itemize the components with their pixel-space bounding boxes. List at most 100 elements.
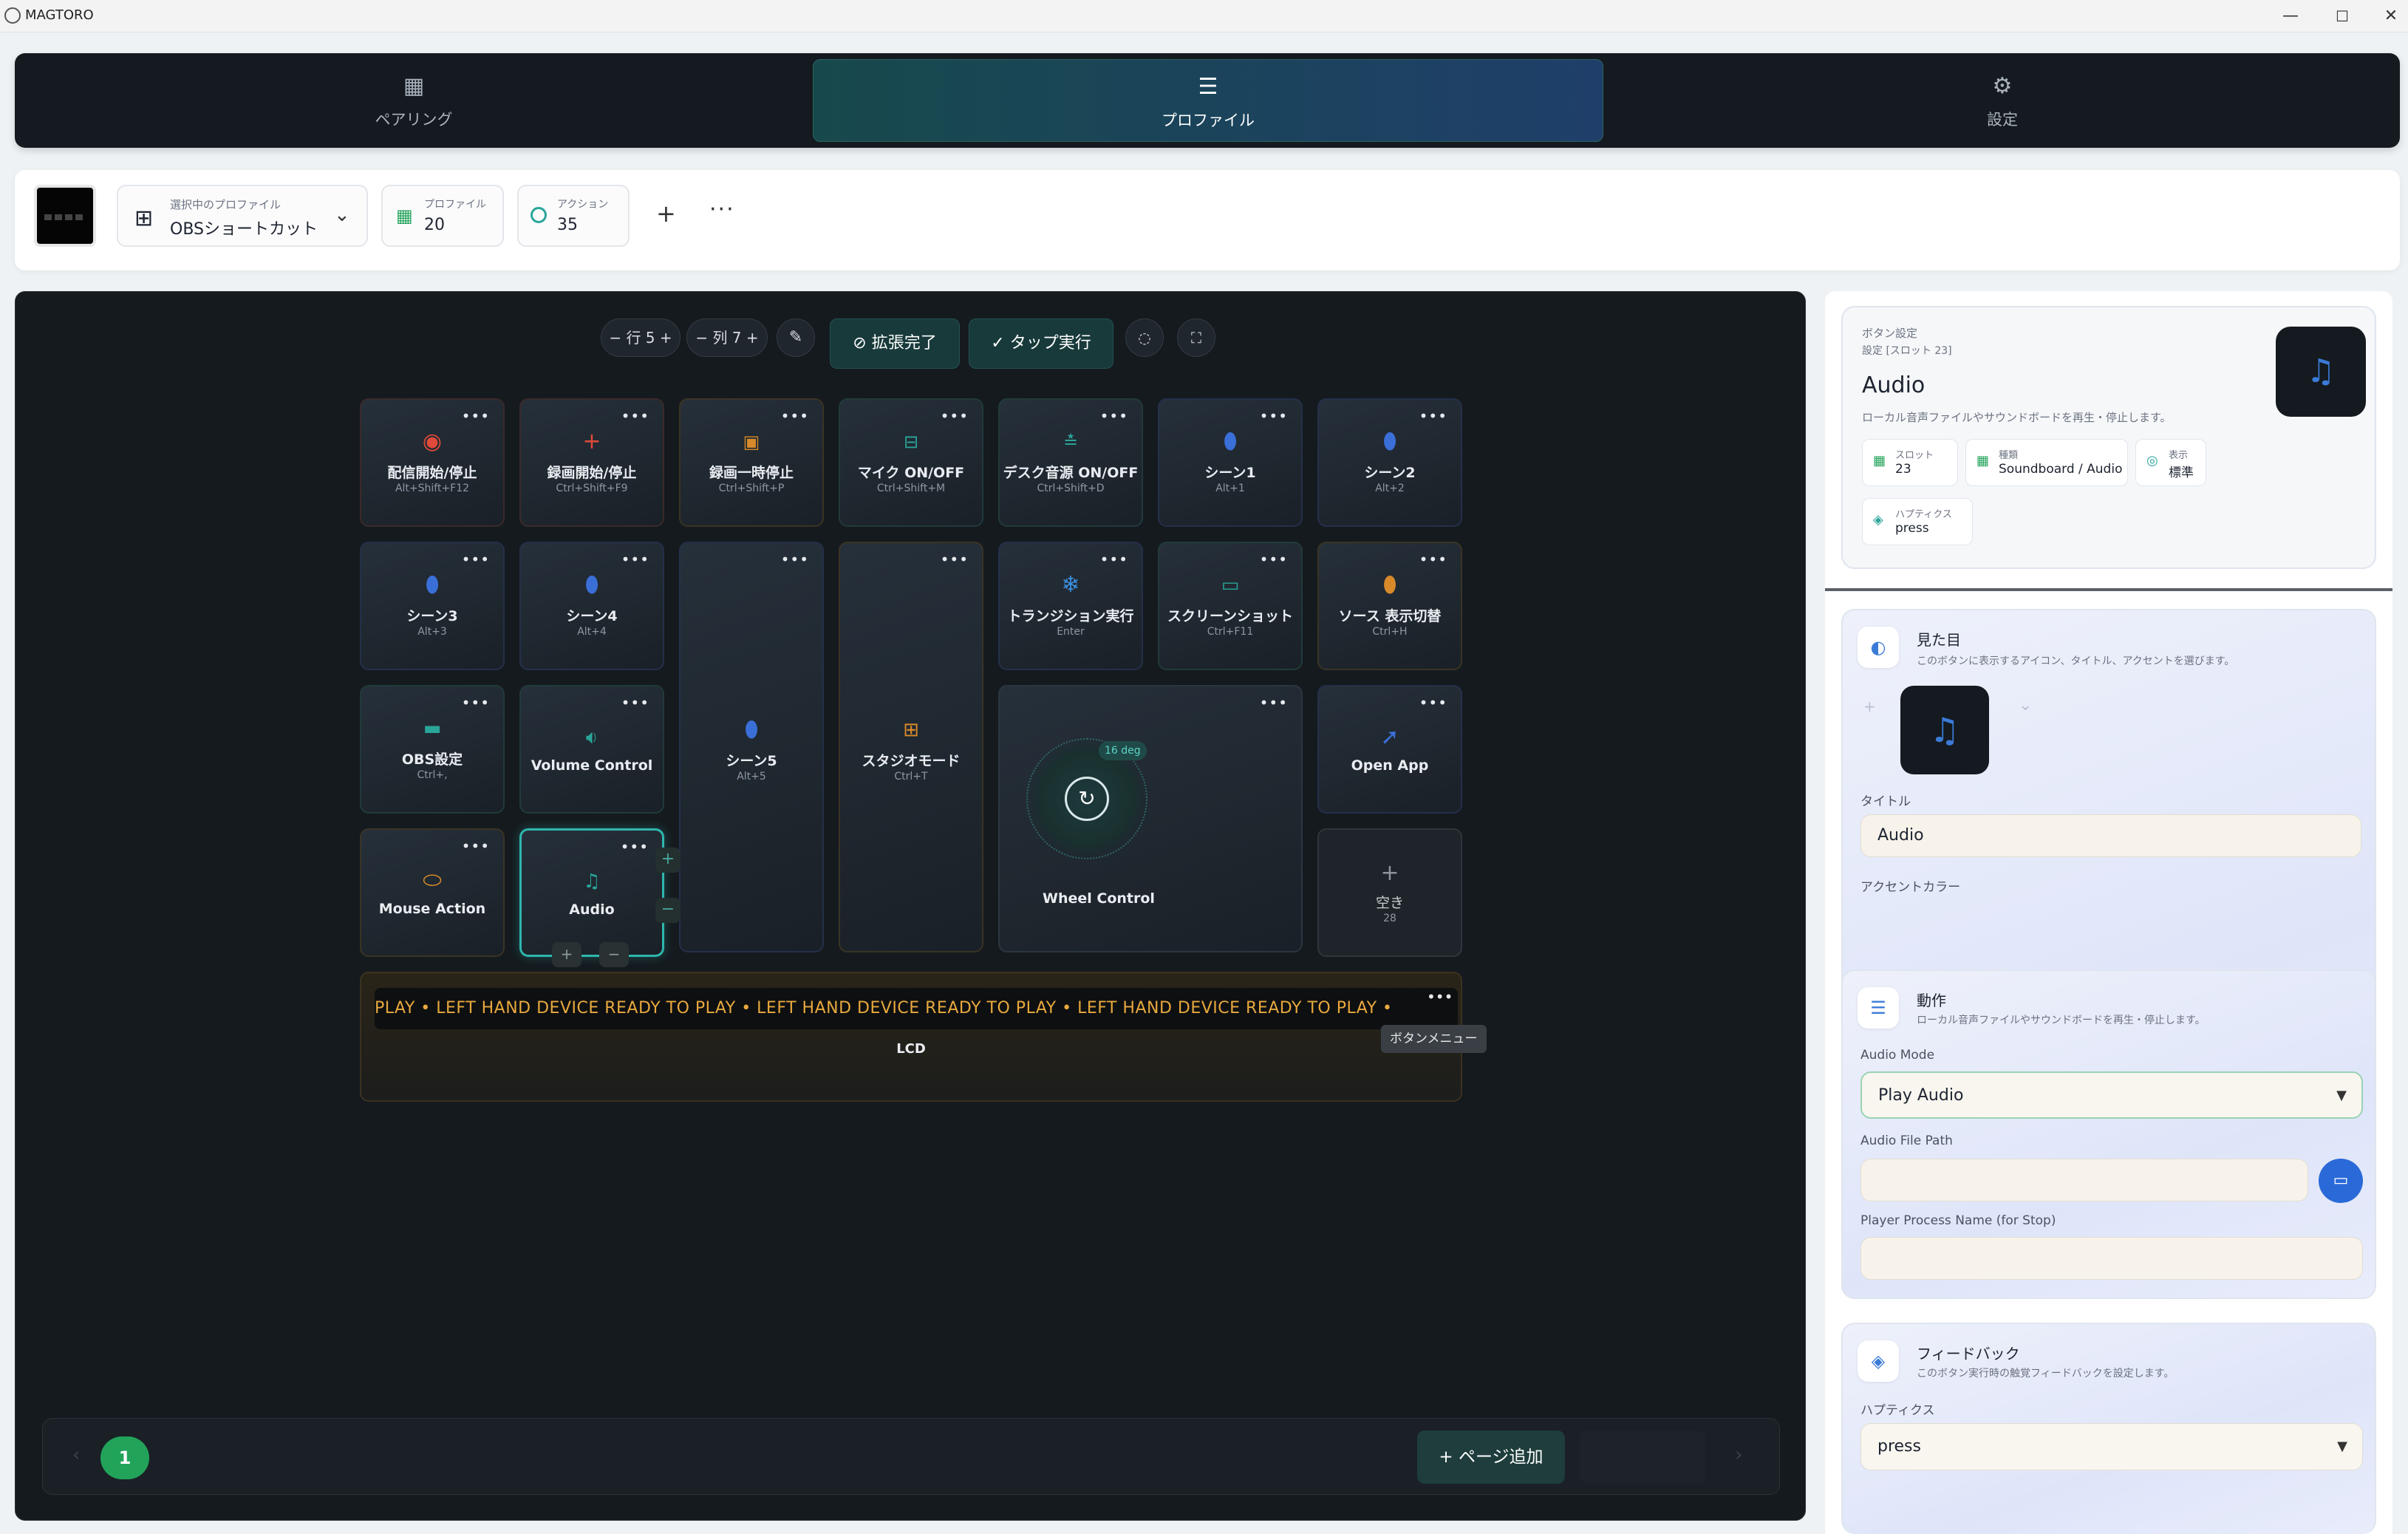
tile-wheel-control[interactable]: ••• ↻ 16 deg Wheel Control	[998, 685, 1303, 952]
player-process-input[interactable]	[1860, 1237, 2363, 1280]
meta-slot: ▦ スロット 23	[1862, 439, 1958, 486]
cols-stepper[interactable]: − 列 7 +	[686, 318, 768, 357]
button-settings-section: ボタン設定	[1862, 327, 1918, 340]
close-button[interactable]: ✕	[2375, 4, 2407, 28]
tile-screenshot[interactable]: ••• ▭ スクリーンショット Ctrl+F11	[1158, 542, 1303, 670]
tile-source-visibility[interactable]: ••• ⬮ ソース 表示切替 Ctrl+H	[1317, 542, 1462, 670]
audio-file-path-input[interactable]	[1860, 1159, 2308, 1201]
tile-record-pause[interactable]: ••• ▣ 録画一時停止 Ctrl+Shift+P	[679, 398, 824, 527]
expand-width-plus-button[interactable]: +	[655, 848, 681, 873]
tab-pairing[interactable]: ▦ ペアリング	[22, 59, 805, 142]
tile-menu-button[interactable]: •••	[462, 550, 490, 568]
tile-menu-button[interactable]: •••	[462, 837, 490, 855]
magic-wand-button[interactable]: ✎	[777, 318, 815, 357]
tile-menu-button[interactable]: •••	[1100, 407, 1128, 425]
tile-menu-button[interactable]: •••	[941, 550, 969, 568]
tile-record-toggle[interactable]: ••• + 録画開始/停止 Ctrl+Shift+F9	[519, 398, 664, 527]
icon-prev-button[interactable]: +	[1863, 698, 1876, 715]
tile-menu-button[interactable]: •••	[462, 694, 490, 712]
tile-audio-selected[interactable]: ••• ♫ Audio	[519, 828, 664, 957]
profile-selector[interactable]: ⊞ 選択中のプロファイル OBSショートカット ⌄	[117, 185, 368, 247]
tile-slot-number: 28	[1383, 913, 1396, 924]
tile-desktop-audio-toggle[interactable]: ••• ≛ デスク音源 ON/OFF Ctrl+Shift+D	[998, 398, 1143, 527]
tile-title: Audio	[569, 901, 615, 918]
tile-menu-button[interactable]: •••	[621, 550, 649, 568]
chevron-down-icon[interactable]: ⌄	[2019, 696, 2032, 715]
panel-divider	[1825, 588, 2392, 591]
tile-menu-button[interactable]: •••	[621, 838, 649, 856]
haptics-select[interactable]: press ▼	[1860, 1423, 2363, 1470]
tile-menu-button[interactable]: •••	[1419, 694, 1447, 712]
tile-menu-button[interactable]: •••	[1260, 694, 1288, 712]
minimize-button[interactable]: —	[2274, 4, 2307, 28]
tile-menu-button[interactable]: •••	[941, 407, 969, 425]
tile-menu-button[interactable]: •••	[1260, 407, 1288, 425]
icon-preview[interactable]: ♫	[1900, 686, 1989, 774]
title-input[interactable]: Audio	[1860, 814, 2361, 857]
tile-volume-control[interactable]: ••• 🔉︎ Volume Control	[519, 685, 664, 814]
tile-menu-button[interactable]: •••	[781, 550, 809, 568]
next-page-button[interactable]: ›	[1735, 1444, 1742, 1466]
actions-label: アクション	[557, 199, 609, 211]
prev-page-button[interactable]: ‹	[72, 1444, 80, 1466]
player-process-label: Player Process Name (for Stop)	[1860, 1213, 2056, 1228]
tile-scene-3[interactable]: ••• ⬮ シーン3 Alt+3	[360, 542, 505, 670]
tile-menu-button[interactable]: •••	[781, 407, 809, 425]
tap-exec-button[interactable]: ✓ タップ実行	[969, 318, 1113, 369]
profile-thumbnail[interactable]	[34, 185, 96, 247]
tile-mic-toggle[interactable]: ••• ⊟ マイク ON/OFF Ctrl+Shift+M	[839, 398, 983, 527]
tile-transition[interactable]: ••• ❄ トランジション実行 Enter	[998, 542, 1143, 670]
lcd-strip[interactable]: PLAY • LEFT HAND DEVICE READY TO PLAY • …	[360, 972, 1462, 1102]
tile-stream-toggle[interactable]: ••• ◉ 配信開始/停止 Alt+Shift+F12	[360, 398, 505, 527]
accent-color-label: アクセントカラー	[1860, 880, 1961, 895]
maximize-button[interactable]: ☐	[2326, 4, 2358, 28]
meta-label: 表示	[2169, 450, 2189, 461]
expand-done-button[interactable]: ⊘ 拡張完了	[830, 318, 960, 369]
tile-scene-5[interactable]: ••• ⬮ シーン5 Alt+5	[679, 542, 824, 952]
tab-profile[interactable]: ☰ プロファイル	[813, 59, 1603, 142]
chevron-down-icon: ⌄	[334, 204, 350, 226]
rocket-icon: ➚	[1380, 724, 1399, 750]
button-name: Audio	[1862, 372, 1926, 398]
tab-settings[interactable]: ⚙ 設定	[1611, 59, 2394, 142]
rows-stepper[interactable]: − 行 5 +	[601, 318, 681, 357]
tile-obs-settings[interactable]: ••• ▬ OBS設定 Ctrl+,	[360, 685, 505, 814]
tile-open-app[interactable]: ••• ➚ Open App	[1317, 685, 1462, 814]
hide-button[interactable]: ◌	[1125, 318, 1164, 357]
add-page-button[interactable]: + ページ追加	[1417, 1431, 1565, 1484]
tile-scene-2[interactable]: ••• ⬮ シーン2 Alt+2	[1317, 398, 1462, 527]
tile-empty-slot[interactable]: + 空き 28	[1317, 828, 1462, 957]
lcd-menu-button[interactable]: •••	[1427, 988, 1453, 1006]
delete-page-button[interactable]	[1580, 1431, 1705, 1484]
tile-scene-1[interactable]: ••• ⬮ シーン1 Alt+1	[1158, 398, 1303, 527]
tile-menu-button[interactable]: •••	[1100, 550, 1128, 568]
expand-height-minus-button[interactable]: −	[599, 942, 629, 967]
fullscreen-button[interactable]: ⛶	[1177, 318, 1215, 357]
profiles-label: プロファイル	[424, 199, 486, 211]
tile-menu-button[interactable]: •••	[1260, 550, 1288, 568]
tile-menu-button[interactable]: •••	[1419, 407, 1447, 425]
tile-menu-button[interactable]: •••	[462, 407, 490, 425]
tile-menu-button[interactable]: •••	[621, 407, 649, 425]
tile-title: シーン4	[566, 608, 618, 624]
mouse-icon: ⬭	[423, 867, 442, 893]
expand-width-minus-button[interactable]: −	[655, 898, 681, 923]
audio-mode-select[interactable]: Play Audio ▼	[1860, 1071, 2363, 1119]
tile-mouse-action[interactable]: ••• ⬭ Mouse Action	[360, 828, 505, 957]
more-options-button[interactable]: ···	[709, 197, 735, 222]
tile-menu-button[interactable]: •••	[1419, 550, 1447, 568]
tile-studio-mode[interactable]: ••• ⊞ スタジオモード Ctrl+T	[839, 542, 983, 952]
top-navigation: ▦ ペアリング ☰ プロファイル ⚙ 設定	[15, 53, 2400, 148]
tile-menu-button[interactable]: •••	[621, 694, 649, 712]
pause-icon: ▣	[743, 432, 760, 452]
profile-selector-label: 選択中のプロファイル	[170, 198, 282, 211]
snowflake-icon: ❄	[1061, 572, 1080, 598]
browse-folder-button[interactable]: ▭	[2319, 1159, 2363, 1203]
tile-scene-4[interactable]: ••• ⬮ シーン4 Alt+4	[519, 542, 664, 670]
page-1-button[interactable]: 1	[100, 1436, 149, 1479]
tile-title: Volume Control	[531, 757, 653, 774]
expand-height-plus-button[interactable]: +	[552, 942, 581, 967]
add-profile-button[interactable]: +	[656, 200, 676, 228]
lcd-label: LCD	[896, 1041, 926, 1057]
studio-icon: ⊞	[903, 719, 919, 741]
